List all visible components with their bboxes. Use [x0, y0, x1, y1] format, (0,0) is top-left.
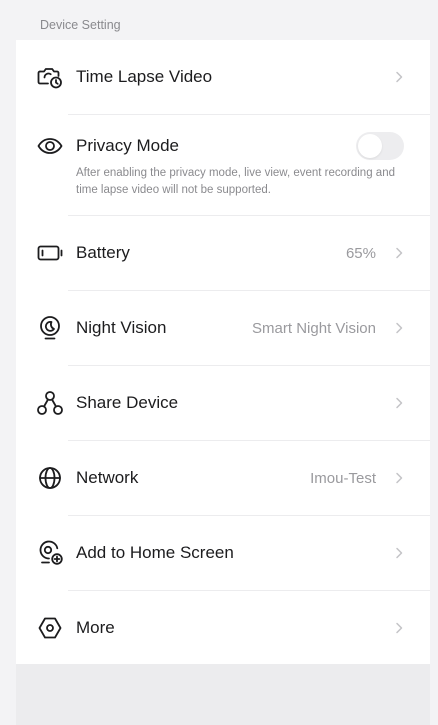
time-lapse-video-row[interactable]: Time Lapse Video [16, 40, 430, 114]
share-device-row[interactable]: Share Device [16, 366, 430, 440]
section-title: Device Setting [40, 18, 121, 32]
add-home-icon [36, 539, 64, 567]
settings-list: Time Lapse Video Privacy Mode After enab… [16, 40, 430, 664]
time-lapse-video-label: Time Lapse Video [76, 67, 213, 86]
chevron-right-icon [394, 396, 404, 410]
more-hexagon-icon [36, 614, 64, 642]
share-device-label: Share Device [76, 393, 179, 412]
chevron-right-icon [394, 621, 404, 635]
privacy-mode-description: After enabling the privacy mode, live vi… [76, 167, 395, 196]
chevron-right-icon [394, 246, 404, 260]
battery-row[interactable]: Battery 65% [16, 216, 430, 290]
section-header: Device Setting [16, 8, 430, 40]
battery-value: 65% [345, 245, 376, 262]
privacy-mode-toggle[interactable] [356, 132, 404, 160]
chevron-right-icon [394, 321, 404, 335]
night-vision-label: Night Vision [76, 318, 167, 337]
bottom-empty-area [16, 664, 430, 725]
night-vision-row[interactable]: Night Vision Smart Night Vision [16, 291, 430, 365]
night-vision-icon [36, 314, 64, 342]
camera-clock-icon [36, 63, 64, 91]
device-settings-screen: Device Setting Time Lapse Video Privacy … [0, 0, 438, 725]
more-label: More [76, 618, 115, 637]
night-vision-value: Smart Night Vision [252, 320, 376, 337]
battery-label: Battery [76, 243, 130, 262]
network-value: Imou-Test [310, 470, 376, 487]
battery-icon [36, 239, 64, 267]
toggle-knob [358, 134, 382, 158]
chevron-right-icon [394, 546, 404, 560]
share-users-icon [36, 389, 64, 417]
eye-icon [36, 132, 64, 160]
network-row[interactable]: Network Imou-Test [16, 441, 430, 515]
chevron-right-icon [394, 471, 404, 485]
chevron-right-icon [394, 70, 404, 84]
network-label: Network [76, 468, 139, 487]
add-to-home-screen-label: Add to Home Screen [76, 543, 234, 562]
privacy-mode-row: Privacy Mode After enabling the privacy … [16, 115, 430, 215]
privacy-mode-label: Privacy Mode [76, 136, 179, 155]
add-to-home-screen-row[interactable]: Add to Home Screen [16, 516, 430, 590]
more-row[interactable]: More [16, 591, 430, 664]
globe-icon [36, 464, 64, 492]
